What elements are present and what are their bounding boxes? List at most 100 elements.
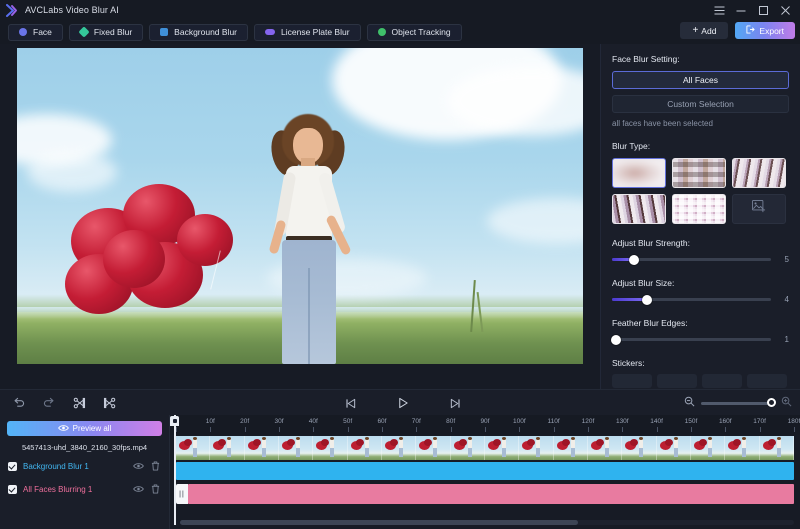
skip-previous-icon[interactable] xyxy=(340,392,362,414)
feather-edges-slider[interactable] xyxy=(611,334,771,345)
sticker-grid xyxy=(612,374,789,388)
smear2-blur-thumb[interactable] xyxy=(612,194,666,224)
layer-checkbox[interactable] xyxy=(8,484,17,494)
ruler-label: 140f xyxy=(650,418,663,425)
ruler-label: 110f xyxy=(547,418,560,425)
filmstrip-frame xyxy=(588,436,623,460)
smear-blur-thumb[interactable] xyxy=(732,158,786,188)
filmstrip-frame xyxy=(725,436,760,460)
close-icon[interactable] xyxy=(774,0,796,20)
gaussian-blur-thumb[interactable] xyxy=(612,158,666,188)
ruler-tick xyxy=(278,427,280,432)
slider-knob[interactable] xyxy=(641,294,652,305)
blur-strength-slider[interactable] xyxy=(612,254,771,265)
skip-next-icon[interactable] xyxy=(444,392,466,414)
add-button[interactable]: + Add xyxy=(680,22,729,39)
ruler-label: 120f xyxy=(581,418,595,425)
transport-controls xyxy=(340,390,466,416)
license-plate-icon xyxy=(265,29,276,35)
preview-all-label: Preview all xyxy=(72,424,112,433)
selection-note: all faces have been selected xyxy=(612,119,713,128)
filmstrip-frame xyxy=(554,436,588,460)
trash-icon[interactable] xyxy=(150,484,161,495)
fixed-blur-icon xyxy=(78,26,90,38)
ruler-tick xyxy=(759,427,761,432)
undo-icon[interactable] xyxy=(8,392,30,414)
tab-background-blur[interactable]: Background Blur xyxy=(149,23,249,41)
layer-row-background-blur[interactable]: Background Blur 1 xyxy=(0,457,169,475)
filmstrip-frame xyxy=(245,436,279,460)
add-image-icon xyxy=(752,200,766,218)
timeline-playhead[interactable] xyxy=(174,415,176,525)
slider-knob[interactable] xyxy=(629,254,640,265)
tab-label: Fixed Blur xyxy=(93,27,133,37)
app-title: AVCLabs Video Blur AI xyxy=(25,5,119,15)
split-left-icon[interactable] xyxy=(68,392,90,414)
add-button-label: Add xyxy=(701,25,717,36)
mosaic-blur-thumb[interactable] xyxy=(672,158,726,188)
zoom-in-icon[interactable] xyxy=(781,394,792,412)
layer-label: Background Blur 1 xyxy=(23,461,89,471)
eye-icon[interactable] xyxy=(133,461,144,472)
tab-fixed-blur[interactable]: Fixed Blur xyxy=(68,23,144,41)
zoom-slider[interactable] xyxy=(701,398,776,407)
ruler-label: 70f xyxy=(411,418,421,425)
face-blur-track[interactable] xyxy=(188,484,794,504)
hamburger-icon[interactable] xyxy=(708,0,730,20)
filmstrip-frame xyxy=(657,436,691,460)
tab-license-plate-blur[interactable]: License Plate Blur xyxy=(254,23,361,41)
ruler-tick xyxy=(347,427,349,432)
face-blur-icon xyxy=(19,28,27,36)
ruler-tick xyxy=(450,427,452,432)
layer-row-all-faces-blurring[interactable]: All Faces Blurring 1 xyxy=(0,480,169,498)
timeline-tracks-area[interactable]: 0f10f20f30f40f50f60f70f80f90f100f110f120… xyxy=(170,415,800,529)
filmstrip-frame xyxy=(279,436,314,460)
person-subject xyxy=(260,114,356,364)
play-icon[interactable] xyxy=(392,392,414,414)
ruler-label: 160f xyxy=(718,418,732,425)
layer-checkbox[interactable] xyxy=(8,461,17,471)
video-filmstrip-track[interactable] xyxy=(176,436,794,460)
blur-size-label: Adjust Blur Size: xyxy=(612,278,675,288)
tab-label: Background Blur xyxy=(174,27,238,37)
background-blur-track[interactable] xyxy=(176,462,794,480)
ruler-tick xyxy=(244,427,246,432)
slider-knob[interactable] xyxy=(611,334,621,345)
custom-image-thumb[interactable] xyxy=(732,194,786,224)
ruler-tick xyxy=(519,427,521,432)
sticker-cell[interactable] xyxy=(747,374,787,388)
trash-icon[interactable] xyxy=(150,461,161,472)
ruler-label: 150f xyxy=(684,418,698,425)
blur-size-value: 4 xyxy=(784,295,789,304)
custom-selection-button[interactable]: Custom Selection xyxy=(612,95,789,113)
noise-blur-thumb[interactable] xyxy=(672,194,726,224)
all-faces-button[interactable]: All Faces xyxy=(612,71,789,89)
split-right-icon[interactable] xyxy=(98,392,120,414)
minimize-icon[interactable] xyxy=(730,0,752,20)
ruler-tick xyxy=(622,427,624,432)
pause-handle-icon[interactable]: || xyxy=(176,484,188,504)
preview-all-button[interactable]: Preview all xyxy=(7,421,162,436)
playhead-marker-icon[interactable] xyxy=(170,416,179,426)
blur-size-slider[interactable] xyxy=(612,294,771,305)
ruler-label: 80f xyxy=(446,418,456,425)
tab-object-tracking[interactable]: Object Tracking xyxy=(366,23,462,41)
tab-face[interactable]: Face xyxy=(8,23,63,41)
sticker-cell[interactable] xyxy=(612,374,652,388)
maximize-icon[interactable] xyxy=(752,0,774,20)
horizontal-scrollbar[interactable] xyxy=(180,520,578,525)
plus-icon: + xyxy=(692,24,699,36)
export-button[interactable]: Export xyxy=(735,22,795,39)
zoom-out-icon[interactable] xyxy=(684,394,695,412)
timeline-ruler[interactable]: 0f10f20f30f40f50f60f70f80f90f100f110f120… xyxy=(170,415,800,435)
top-action-buttons: + Add Export xyxy=(680,22,795,39)
ruler-label: 180f xyxy=(787,418,800,425)
sticker-cell[interactable] xyxy=(702,374,742,388)
mode-tab-bar: Face Fixed Blur Background Blur License … xyxy=(0,20,800,44)
eye-icon[interactable] xyxy=(133,484,144,495)
video-frame[interactable] xyxy=(17,48,583,364)
background-blur-icon xyxy=(160,28,169,36)
sticker-cell[interactable] xyxy=(657,374,697,388)
redo-icon[interactable] xyxy=(38,392,60,414)
zoom-slider-knob[interactable] xyxy=(767,398,776,407)
